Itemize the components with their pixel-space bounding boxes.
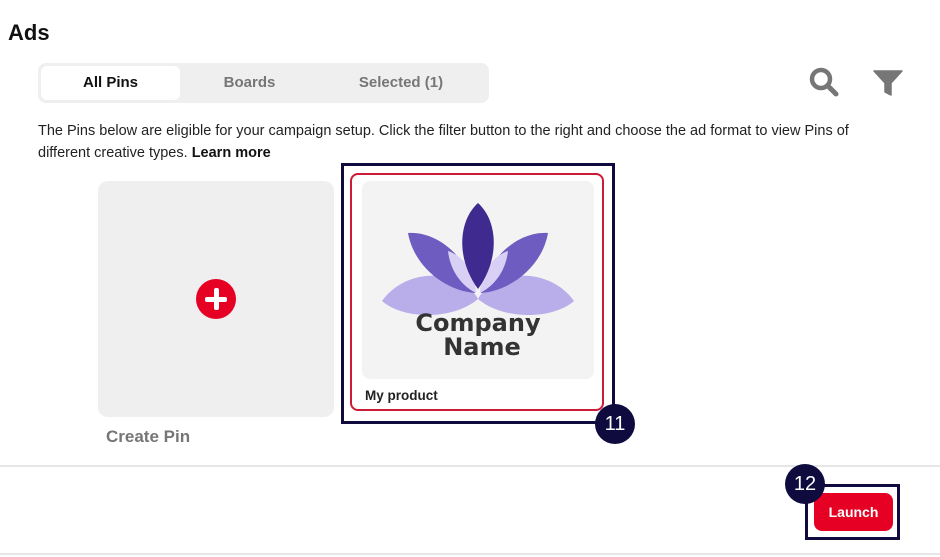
create-pin-label: Create Pin — [106, 427, 191, 446]
tab-selected[interactable]: Selected (1) — [319, 66, 483, 100]
product-pin-card[interactable]: Company Name My product — [350, 173, 604, 411]
page-title: Ads — [8, 20, 50, 45]
bottom-divider — [0, 553, 940, 555]
eligibility-description: The Pins below are eligible for your cam… — [38, 120, 898, 164]
annotation-badge-11: 11 — [595, 404, 635, 444]
company-logo: Company Name — [382, 203, 574, 361]
filter-icon — [873, 70, 903, 96]
logo-line-2: Name — [443, 333, 521, 361]
tab-all-pins[interactable]: All Pins — [41, 66, 180, 100]
pin-tabs: All Pins Boards Selected (1) — [38, 63, 489, 103]
launch-button[interactable]: Launch — [814, 493, 893, 531]
search-button[interactable] — [806, 64, 842, 100]
product-pin-label: My product — [365, 388, 438, 403]
filter-button[interactable] — [870, 64, 906, 100]
annotation-badge-12: 12 — [785, 464, 825, 504]
learn-more-link[interactable]: Learn more — [192, 145, 271, 161]
plus-circle-icon — [196, 279, 236, 319]
product-image: Company Name — [362, 181, 594, 379]
description-text: The Pins below are eligible for your cam… — [38, 123, 849, 161]
create-pin-tile[interactable] — [98, 181, 334, 417]
tab-boards[interactable]: Boards — [180, 66, 319, 100]
search-icon — [809, 67, 839, 97]
